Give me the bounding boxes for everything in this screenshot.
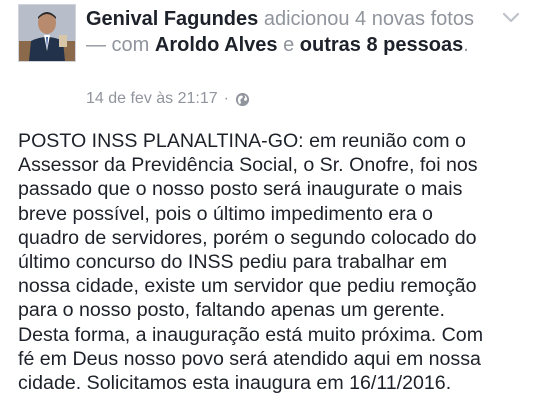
post-body-line: quadro de servidores, porém o segundo co… xyxy=(18,226,477,249)
post-body-line: Assessor da Previdência Social, o Sr. On… xyxy=(18,154,478,177)
post-body-line: breve possível, pois o último impediment… xyxy=(18,202,433,225)
post-body-line: cidade. Solicitamos esta inaugura em 16/… xyxy=(18,372,452,395)
post-headline: Genival Fagundes adicionou 4 novas fotos… xyxy=(86,6,481,58)
others-link[interactable]: outras 8 pessoas xyxy=(300,34,463,56)
post-meta: 14 de fev às 21:17 · xyxy=(86,89,250,109)
post-body-line: para o nosso posto, faltando apenas um g… xyxy=(18,299,446,322)
tagged-person-link[interactable]: Aroldo Alves xyxy=(155,34,278,56)
post-header: Genival Fagundes adicionou 4 novas fotos… xyxy=(18,4,528,114)
post-body-line: nossa cidade, existe um servidor que ped… xyxy=(18,275,477,298)
post-body-line: fé em Deus nosso povo será atendido aqui… xyxy=(18,347,481,370)
connector-text: — com xyxy=(86,34,150,56)
meta-separator: · xyxy=(223,90,229,107)
post-body-line: passado que o nosso posto será inaugurat… xyxy=(18,178,463,201)
avatar[interactable] xyxy=(18,4,76,62)
post-body-line: POSTO INSS PLANALTINA-GO: em reunião com… xyxy=(18,130,466,152)
and-text: e xyxy=(283,34,295,56)
post-body-line: último concurso do INSS pediu para traba… xyxy=(18,251,448,274)
chevron-down-icon[interactable] xyxy=(500,6,522,28)
post-body-line: Desta forma, a inauguração está muito pr… xyxy=(18,323,484,346)
author-name-link[interactable]: Genival Fagundes xyxy=(86,8,258,30)
period-text: . xyxy=(463,34,469,56)
action-text[interactable]: adicionou 4 novas fotos xyxy=(264,8,474,30)
globe-icon[interactable] xyxy=(235,92,250,107)
timestamp-link[interactable]: 14 de fev às 21:17 xyxy=(86,89,218,109)
post-body: POSTO INSS PLANALTINA-GO: em reunião com… xyxy=(18,129,530,395)
